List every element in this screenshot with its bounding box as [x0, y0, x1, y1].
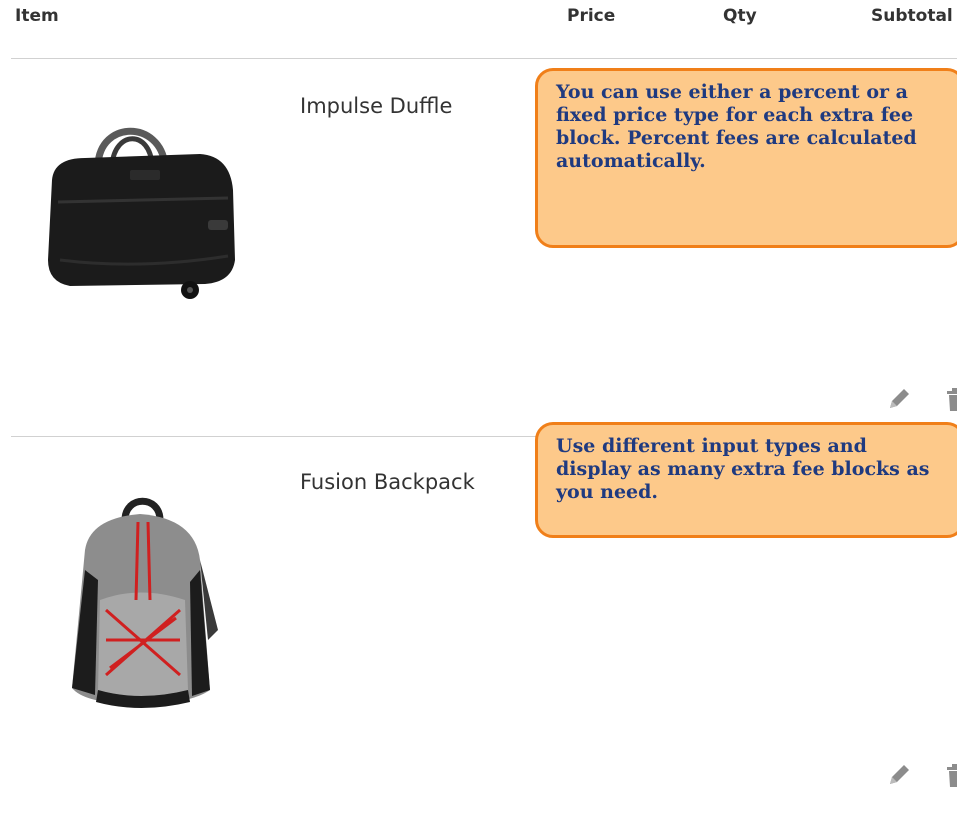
header-qty: Qty: [723, 6, 757, 26]
product-name[interactable]: Impulse Duffle: [300, 94, 452, 118]
header-item: Item: [15, 6, 59, 26]
duffle-bag-image[interactable]: [40, 110, 240, 350]
header-subtotal: Subtotal: [871, 6, 953, 26]
product-name[interactable]: Fusion Backpack: [300, 470, 475, 494]
header-price: Price: [567, 6, 616, 26]
backpack-image[interactable]: [40, 490, 240, 720]
callout-percent-fee: You can use either a percent or a fixed …: [535, 68, 957, 248]
trash-delete-icon[interactable]: [940, 760, 957, 790]
header-divider: [11, 58, 957, 59]
callout-input-types: Use different input types and display as…: [535, 422, 957, 538]
pencil-edit-icon[interactable]: [884, 760, 914, 790]
pencil-edit-icon[interactable]: [884, 384, 914, 414]
trash-delete-icon[interactable]: [940, 384, 957, 414]
